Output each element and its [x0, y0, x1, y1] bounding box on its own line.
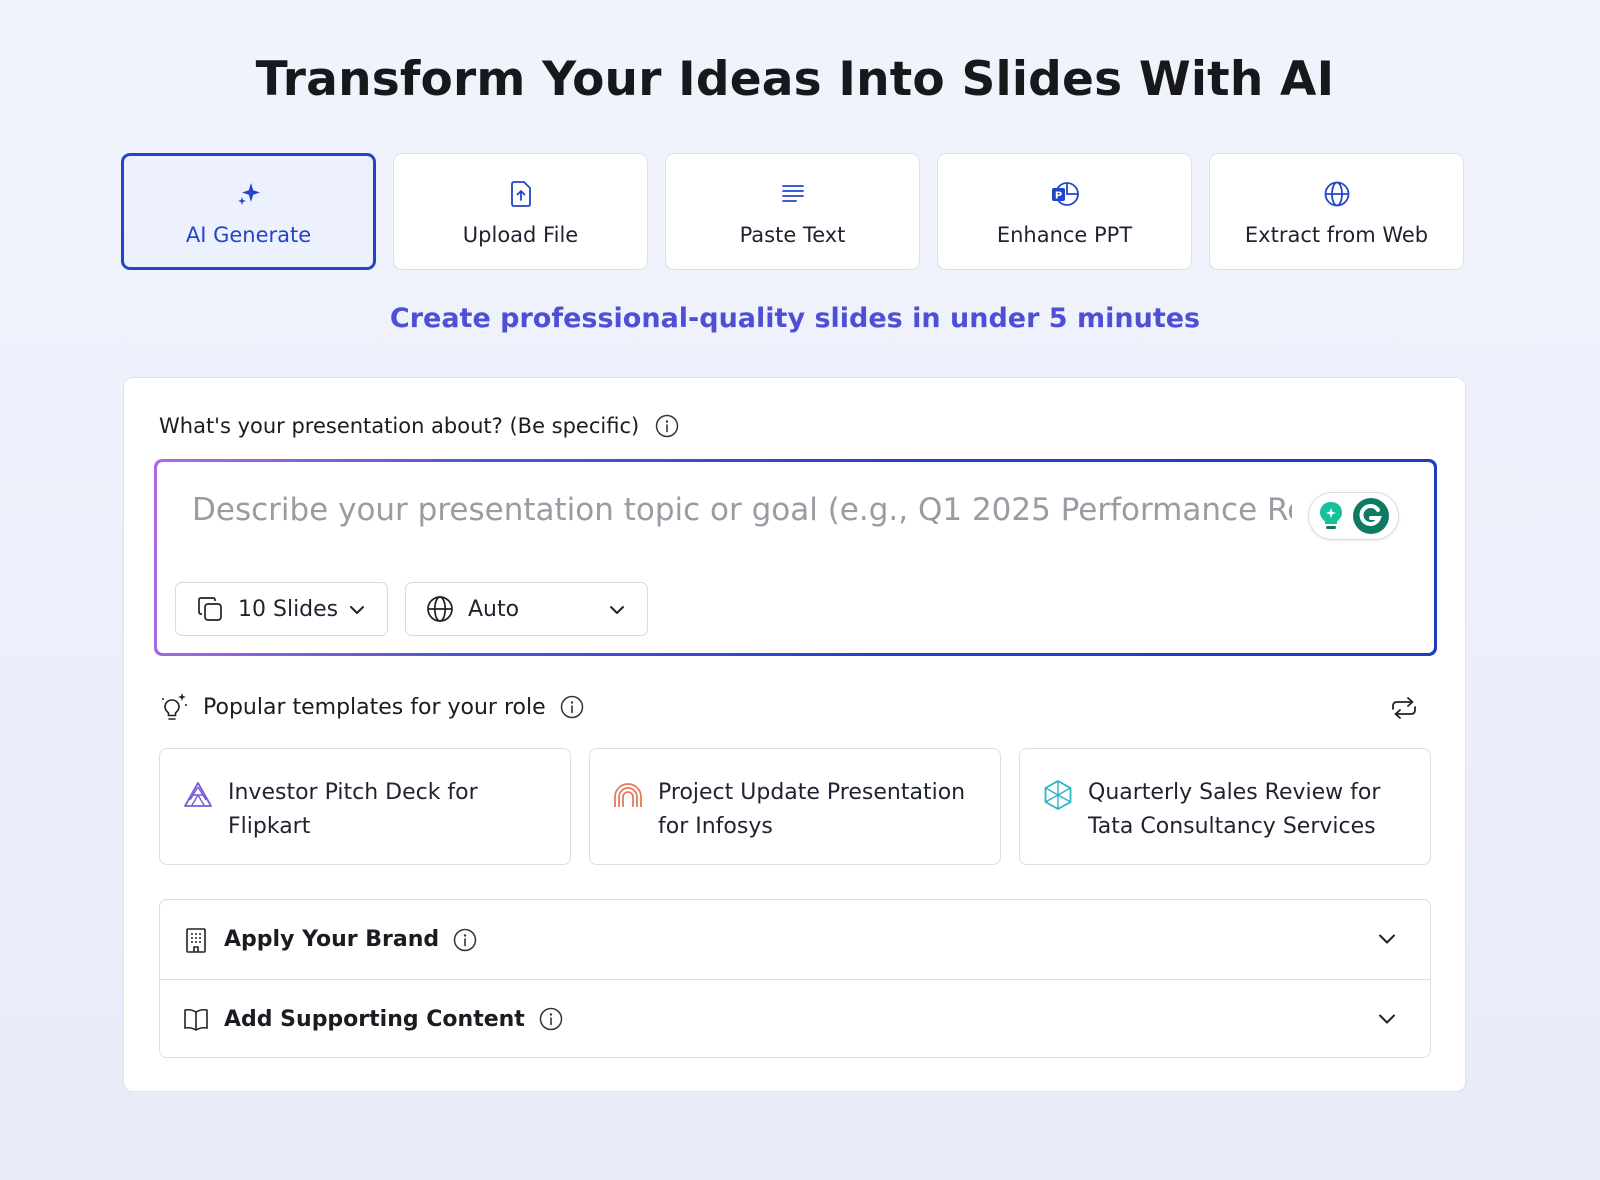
building-icon — [182, 926, 210, 954]
tab-label: Enhance PPT — [996, 223, 1133, 247]
generate-form-card: What's your presentation about? (Be spec… — [123, 377, 1466, 1092]
prompt-textarea[interactable]: Describe your presentation topic or goal… — [192, 492, 1292, 528]
templates-heading: Popular templates for your role — [159, 691, 584, 723]
prompt-question-text: What's your presentation about? (Be spec… — [159, 414, 640, 438]
powerpoint-icon: P — [1050, 181, 1080, 207]
lightbulb-icon[interactable] — [1317, 499, 1345, 533]
refresh-icon — [1388, 694, 1420, 722]
lightbulb-sparkle-icon — [159, 691, 189, 723]
prompt-input-area[interactable]: Describe your presentation topic or goal… — [157, 462, 1434, 653]
slides-count-select[interactable]: 10 Slides — [175, 582, 388, 636]
triangle-logo-icon — [182, 779, 214, 811]
info-icon[interactable] — [655, 414, 679, 438]
tab-enhance-ppt[interactable]: P Enhance PPT — [937, 153, 1192, 270]
info-icon[interactable] — [560, 695, 584, 719]
apply-brand-label: Apply Your Brand — [224, 927, 440, 952]
input-mode-tabs: AI Generate Upload File Paste Text P Enh… — [121, 153, 1464, 270]
grammarly-logo-icon[interactable] — [1352, 497, 1390, 535]
page-subtitle: Create professional-quality slides in un… — [389, 303, 1201, 334]
book-icon — [182, 1005, 210, 1033]
chevron-down-icon — [1376, 928, 1398, 950]
prompt-box: Describe your presentation topic or goal… — [154, 459, 1437, 656]
language-value: Auto — [468, 596, 520, 622]
apply-brand-accordion[interactable]: Apply Your Brand — [160, 900, 1430, 979]
text-lines-icon — [780, 181, 806, 207]
info-icon[interactable] — [539, 1007, 563, 1031]
tab-label: Extract from Web — [1244, 223, 1429, 247]
globe-icon — [426, 595, 454, 623]
sparkle-icon — [235, 181, 263, 207]
copy-icon — [196, 595, 224, 623]
add-supporting-content-label: Add Supporting Content — [224, 1006, 525, 1032]
grammarly-widget[interactable] — [1308, 492, 1399, 540]
arcs-logo-icon — [612, 779, 644, 811]
globe-icon — [1323, 181, 1351, 207]
add-supporting-content-accordion[interactable]: Add Supporting Content — [160, 979, 1430, 1058]
template-card[interactable]: Quarterly Sales Review for Tata Consulta… — [1019, 748, 1431, 865]
templates-heading-text: Popular templates for your role — [203, 694, 546, 720]
tab-label: AI Generate — [185, 223, 312, 247]
template-card[interactable]: Investor Pitch Deck for Flipkart — [159, 748, 571, 865]
tab-label: Paste Text — [739, 223, 846, 247]
template-label: Quarterly Sales Review for Tata Consulta… — [1088, 780, 1381, 839]
options-accordion: Apply Your Brand Add Supporting Content — [159, 899, 1431, 1058]
tab-label: Upload File — [462, 223, 579, 247]
tab-extract-from-web[interactable]: Extract from Web — [1209, 153, 1464, 270]
info-icon[interactable] — [453, 928, 477, 952]
template-label: Investor Pitch Deck for Flipkart — [228, 780, 478, 839]
chevron-down-icon — [1376, 1008, 1398, 1030]
tab-paste-text[interactable]: Paste Text — [665, 153, 920, 270]
chevron-down-icon — [347, 600, 367, 620]
slides-count-value: 10 Slides — [238, 596, 339, 622]
upload-file-icon — [508, 181, 534, 207]
template-card[interactable]: Project Update Presentation for Infosys — [589, 748, 1001, 865]
hexagon-logo-icon — [1042, 779, 1074, 811]
chevron-down-icon — [607, 600, 627, 620]
prompt-question-label: What's your presentation about? (Be spec… — [159, 414, 679, 438]
templates-list: Investor Pitch Deck for Flipkart Project… — [159, 748, 1431, 865]
template-label: Project Update Presentation for Infosys — [658, 780, 966, 839]
refresh-templates-button[interactable] — [1388, 694, 1420, 722]
svg-text:P: P — [1054, 191, 1061, 202]
page-title: Transform Your Ideas Into Slides With AI — [255, 52, 1335, 107]
tab-ai-generate[interactable]: AI Generate — [121, 153, 376, 270]
language-select[interactable]: Auto — [405, 582, 648, 636]
tab-upload-file[interactable]: Upload File — [393, 153, 648, 270]
